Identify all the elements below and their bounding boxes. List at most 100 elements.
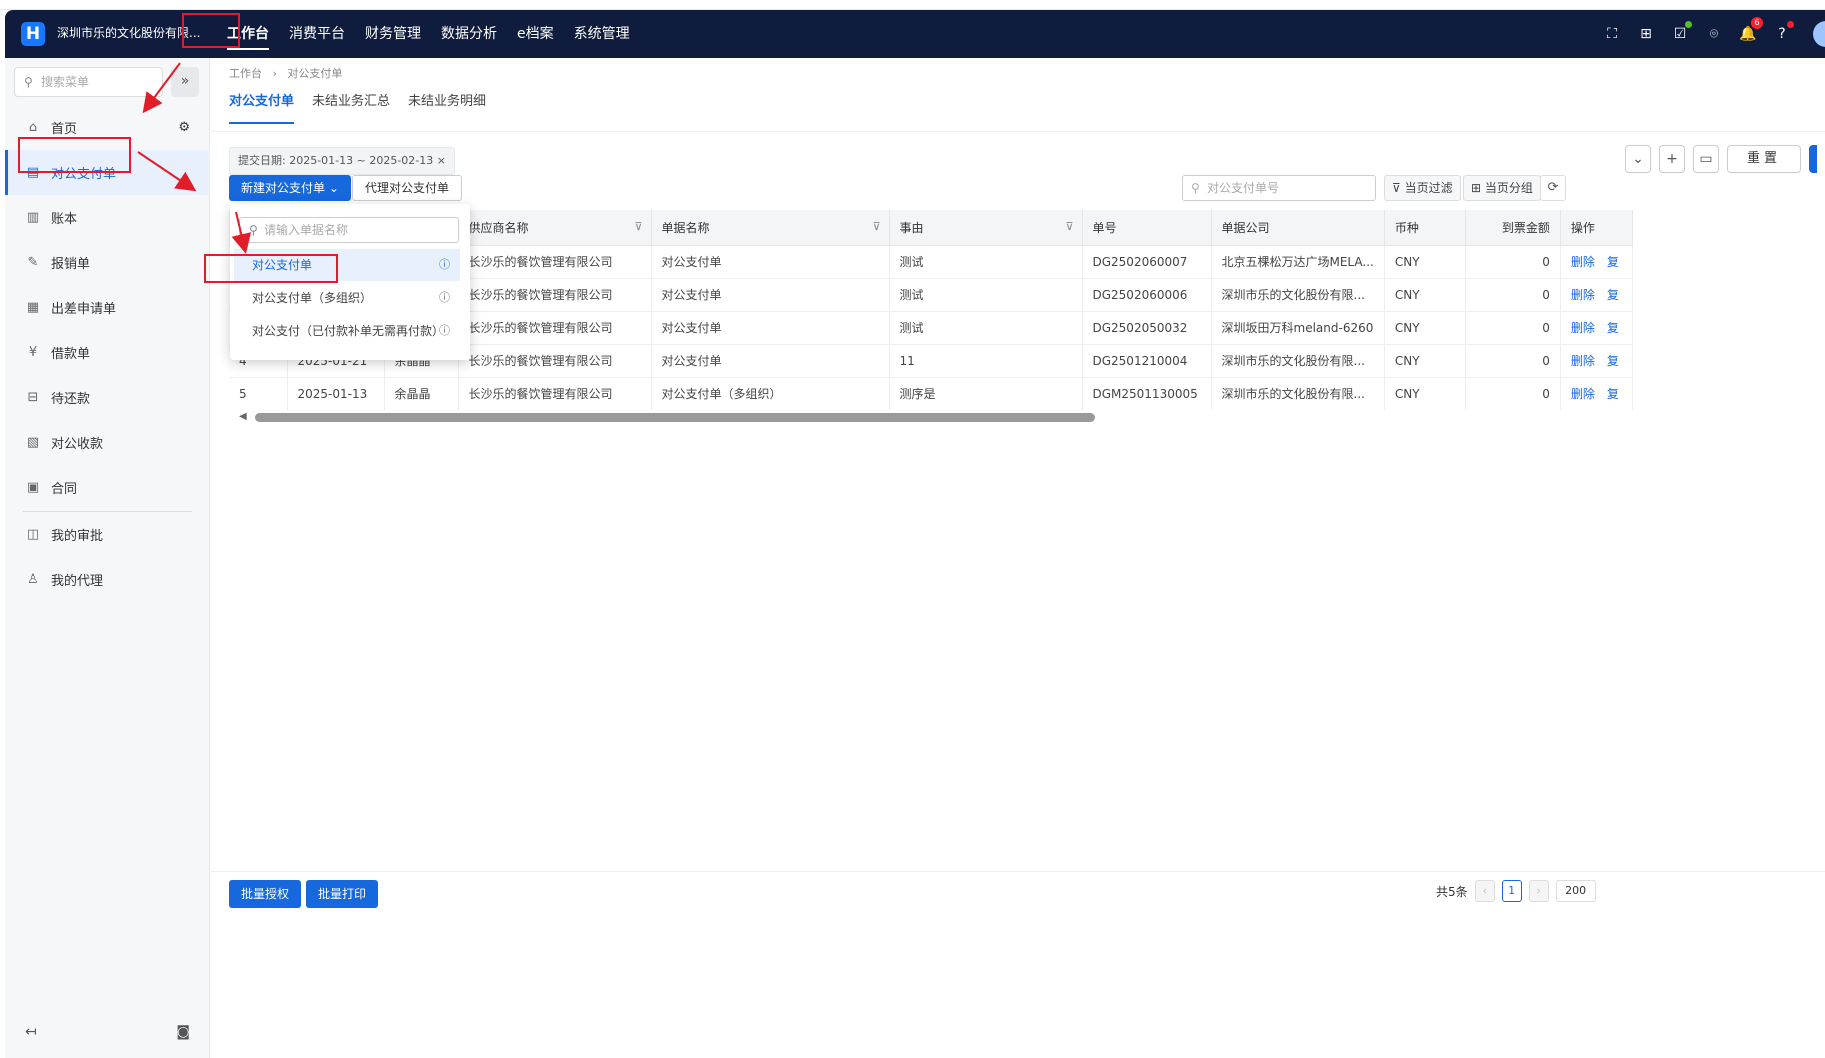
sidebar-footer: ↤ ◙ [5, 1010, 210, 1058]
horizontal-scrollbar[interactable]: ◀ [229, 410, 1825, 424]
page-size-select[interactable]: 200 [1555, 880, 1596, 902]
search-icon: ⚲ [1191, 181, 1200, 195]
add-filter-button[interactable]: + [1659, 145, 1685, 173]
apps-grid-icon[interactable]: ⊞ [1637, 25, 1655, 43]
filter-icon[interactable]: ⊽ [872, 220, 880, 233]
next-page-icon[interactable]: › [1528, 880, 1549, 902]
sidebar-item-loan[interactable]: ¥ 借款单 [5, 330, 210, 375]
sidebar-item-my-proxy[interactable]: ♙ 我的代理 [5, 557, 210, 602]
prev-page-icon[interactable]: ‹ [1474, 880, 1495, 902]
filter-chip-submit-date[interactable]: 提交日期: 2025-01-13 ~ 2025-02-13 × [229, 147, 455, 175]
dropdown-item-corporate-payment[interactable]: 对公支付单 ⓘ [234, 249, 460, 281]
sidebar-item-label: 对公支付单 [51, 167, 117, 182]
delete-link[interactable]: 删除 [1571, 255, 1595, 269]
page-group-button[interactable]: ⊞ 当页分组 [1463, 175, 1541, 201]
delete-link[interactable]: 删除 [1571, 288, 1595, 302]
nav-consumption-platform[interactable]: 消费平台 [279, 10, 355, 58]
sidebar-item-contract[interactable]: ▣ 合同 [5, 465, 210, 510]
company-name[interactable]: 深圳市乐的文化股份有限... [57, 24, 200, 41]
sidebar-item-home[interactable]: ⌂ 首页 ⚙ [5, 105, 210, 150]
tasks-icon[interactable]: ☑ [1671, 21, 1692, 43]
reset-button[interactable]: 重置 [1727, 145, 1801, 173]
copy-link[interactable]: 复 [1607, 255, 1619, 269]
filter-icon[interactable]: ⊽ [634, 220, 642, 233]
gear-icon[interactable]: ⚙ [178, 120, 190, 135]
breadcrumb-workbench[interactable]: 工作台 [229, 67, 262, 80]
col-currency: 币种 [1384, 210, 1466, 246]
page-number-current[interactable]: 1 [1501, 880, 1522, 902]
return-icon: ⊟ [27, 390, 39, 405]
batch-print-button[interactable]: 批量打印 [306, 880, 379, 908]
nav-workbench[interactable]: 工作台 [217, 10, 279, 58]
delete-link[interactable]: 删除 [1571, 321, 1595, 335]
sidebar-item-travel-request[interactable]: ▦ 出差申请单 [5, 285, 210, 330]
collapse-menu-button[interactable]: » [171, 67, 199, 97]
dropdown-item-multi-org[interactable]: 对公支付单（多组织） ⓘ [234, 282, 460, 314]
fullscreen-icon[interactable]: ⛶ [1603, 25, 1621, 43]
copy-link[interactable]: 复 [1607, 354, 1619, 368]
dropdown-search-input[interactable]: ⚲ 请输入单据名称 [239, 217, 459, 243]
avatar[interactable] [1813, 21, 1825, 47]
new-corporate-payment-button[interactable]: 新建对公支付单 ⌄ [229, 175, 351, 201]
copy-link[interactable]: 复 [1607, 321, 1619, 335]
receipt-icon: ▧ [26, 435, 40, 450]
scroll-thumb[interactable] [255, 413, 1095, 422]
proxy-corporate-payment-button[interactable]: 代理对公支付单 [352, 175, 463, 201]
filter-icon: ⊽ [1392, 181, 1401, 195]
info-icon[interactable]: ⓘ [439, 282, 450, 314]
cell-reason: 测试 [889, 311, 1083, 345]
page-filter-button[interactable]: ⊽ 当页过滤 [1384, 175, 1461, 201]
close-icon[interactable]: × [437, 154, 446, 167]
sidebar-item-pending-repayment[interactable]: ⊟ 待还款 [5, 375, 210, 420]
refresh-icon[interactable]: ⟳ [1540, 175, 1566, 201]
logout-icon[interactable]: ↤ [25, 1024, 37, 1040]
filter-tools: ⌄ + ▭ 重置 [1625, 145, 1817, 173]
info-icon[interactable]: ⓘ [439, 249, 450, 281]
sidebar-item-corporate-payment[interactable]: ▤ 对公支付单 [5, 150, 210, 195]
table-row[interactable]: 5 2025-01-13 余晶晶 长沙乐的餐饮管理有限公司 对公支付单（多组织） 测序是 D… [229, 377, 1633, 410]
search-icon: ⚲ [249, 223, 258, 237]
nav-e-archive[interactable]: e档案 [507, 10, 564, 58]
cell-currency: CNY [1384, 311, 1466, 345]
copy-link[interactable]: 复 [1607, 387, 1619, 401]
bell-icon[interactable]: 🔔 6 [1739, 17, 1763, 43]
tab-unsettled-summary[interactable]: 未结业务汇总 [312, 86, 390, 118]
delete-link[interactable]: 删除 [1571, 387, 1595, 401]
pagination: 共5条 ‹ 1 › 200 [1436, 880, 1596, 902]
delete-link[interactable]: 删除 [1571, 354, 1595, 368]
location-icon[interactable]: ⌾ [1705, 25, 1723, 43]
chevron-down-icon[interactable]: ⌄ [1625, 145, 1651, 173]
payment-number-search-input[interactable]: ⚲ 对公支付单号 [1182, 175, 1376, 201]
help-icon[interactable]: ? [1773, 21, 1794, 43]
dropdown-item-paid-supplement[interactable]: 对公支付（已付款补单无需再付款） ⓘ [234, 315, 460, 347]
filter-icon[interactable]: ⊽ [1065, 220, 1073, 233]
nav-data-analysis[interactable]: 数据分析 [431, 10, 507, 58]
sidebar-item-my-approval[interactable]: ◫ 我的审批 [5, 512, 210, 557]
nav-finance-management[interactable]: 财务管理 [355, 10, 431, 58]
scroll-left-icon[interactable]: ◀ [239, 411, 247, 422]
search-button-partial[interactable] [1809, 145, 1817, 173]
home-icon: ⌂ [28, 120, 38, 135]
sidebar-item-ledger[interactable]: ▥ 账本 [5, 195, 210, 240]
notification-badge: 6 [1751, 17, 1763, 29]
menu-search-input[interactable]: ⚲ 搜索菜单 [14, 67, 163, 97]
sidebar-item-label: 出差申请单 [51, 302, 117, 317]
cell-doc-name: 对公支付单 [651, 344, 890, 378]
cell-currency: CNY [1384, 377, 1466, 410]
sidebar-item-reimbursement[interactable]: ✎ 报销单 [5, 240, 210, 285]
sidebar-item-corporate-receipt[interactable]: ▧ 对公收款 [5, 420, 210, 465]
cell-invoice-amount: 0 [1465, 311, 1561, 345]
save-icon[interactable]: ▭ [1693, 145, 1719, 173]
nav-system-management[interactable]: 系统管理 [564, 10, 640, 58]
camera-icon[interactable]: ◙ [176, 1024, 190, 1040]
new-payment-dropdown: ⚲ 请输入单据名称 对公支付单 ⓘ 对公支付单（多组织） ⓘ 对公支付（已付款补单无… [230, 204, 470, 360]
sidebar-item-label: 我的审批 [51, 529, 104, 544]
app-logo: H [21, 22, 45, 46]
sidebar-menu: ⌂ 首页 ⚙ ▤ 对公支付单 ▥ 账本 ✎ 报销单 ▦ 出差申请单 ¥ 借款单 ⊟ 待还款 ▧ 对… [5, 105, 210, 602]
info-icon[interactable]: ⓘ [439, 315, 450, 347]
copy-link[interactable]: 复 [1607, 288, 1619, 302]
tab-corporate-payment[interactable]: 对公支付单 [229, 86, 295, 124]
cell-reason: 测试 [889, 245, 1083, 279]
tab-unsettled-detail[interactable]: 未结业务明细 [408, 86, 486, 118]
batch-authorize-button[interactable]: 批量授权 [229, 880, 302, 908]
